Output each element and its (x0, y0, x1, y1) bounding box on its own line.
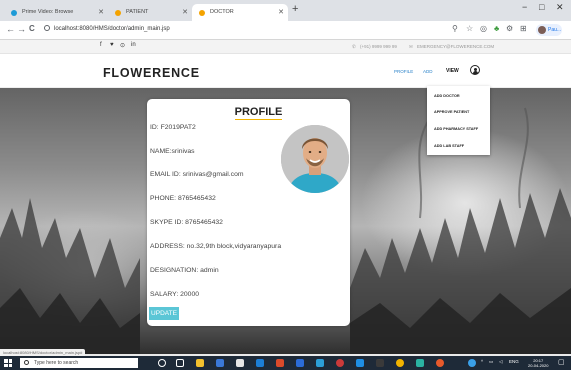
app-icon[interactable] (316, 359, 324, 367)
profile-skype-id: SKYPE ID: 8765465432 (150, 219, 223, 226)
windows-start-icon[interactable] (4, 359, 12, 367)
profile-id: ID: F2019PAT2 (150, 124, 196, 131)
language-indicator[interactable]: ENG (509, 359, 519, 364)
profile-phone: PHONE: 8765465432 (150, 195, 216, 202)
edge-browser-icon[interactable] (256, 359, 264, 367)
app-icon[interactable] (376, 359, 384, 367)
site-info-icon[interactable] (44, 25, 50, 31)
task-view-icon[interactable] (176, 359, 184, 367)
extension-settings-icon[interactable]: ⚙ (506, 24, 513, 33)
emergency-email: EMERGENCY@FLOWERENCE.COM (417, 44, 495, 49)
menu-item-add-doctor[interactable]: ADD DOCTOR (434, 94, 460, 98)
url-field[interactable]: localhost:8080/HMS/doctor/admin_main.jsp (44, 25, 170, 32)
site-top-bar: f ♥ ⊙ in ✆ (+91) 9999 999 99 ✉ EMERGENCY… (0, 40, 571, 54)
twitter-icon[interactable]: ♥ (110, 42, 114, 48)
add-dropdown-menu: ADD DOCTOR APPROVE PATIENT ADD PHARMACY … (427, 86, 490, 155)
menu-item-approve-patient[interactable]: APPROVE PATIENT (434, 110, 469, 114)
profile-designation: DESIGNATION: admin (150, 267, 219, 274)
nav-add-link[interactable]: ADD (423, 69, 433, 74)
page-favicon-icon (199, 10, 205, 16)
eclipse-icon[interactable] (276, 359, 284, 367)
url-text: localhost:8080/HMS/doctor/admin_main.jsp (54, 26, 170, 32)
nav-profile-link[interactable]: PROFILE (394, 69, 413, 74)
link-status-bar: localhost:8080/HMS/doctor/admin_main.jsp… (0, 349, 86, 356)
profile-card: PROFILE ID: F2019PAT2 NAME:srinivas EMAI… (147, 99, 350, 326)
minimize-button[interactable]: − (522, 2, 527, 12)
tab-doctor[interactable]: DOCTOR ✕ (192, 4, 288, 21)
opera-icon[interactable] (336, 359, 344, 367)
cortana-icon[interactable] (158, 359, 166, 367)
tray-up-arrow-icon[interactable]: ^ (481, 359, 483, 364)
network-status-icon[interactable] (468, 359, 476, 367)
close-window-button[interactable]: ✕ (556, 2, 564, 13)
forward-button[interactable]: → (17, 24, 26, 34)
new-tab-button[interactable]: + (292, 3, 298, 15)
taskbar-clock[interactable]: 20:17 20-04-2020 (528, 358, 548, 368)
browser-tab-strip: Prime Video: Browse ✕ PATIENT ✕ DOCTOR ✕… (0, 0, 571, 21)
volume-icon[interactable]: ◁ (499, 359, 502, 365)
profile-address: ADDRESS: no.32,9th block,vidyaranyapura (150, 243, 282, 250)
site-header: FLOWERENCE PROFILE ADD VIEW (0, 54, 571, 88)
tab-label: DOCTOR (210, 9, 234, 15)
facebook-icon[interactable]: f (100, 42, 102, 48)
extension-leaf-icon[interactable]: ♣ (494, 24, 499, 33)
extension-icon[interactable]: ◎ (480, 24, 487, 33)
notifications-icon[interactable]: ▢ (558, 358, 565, 366)
page-favicon-icon (115, 10, 121, 16)
profile-salary: SALARY: 20000 (150, 291, 200, 298)
address-bar: ← → C localhost:8080/HMS/doctor/admin_ma… (0, 21, 571, 40)
mail-app-icon[interactable] (216, 359, 224, 367)
tab-label: Prime Video: Browse (22, 9, 74, 15)
app-icon[interactable] (356, 359, 364, 367)
store-icon[interactable] (236, 359, 244, 367)
tab-prime-video[interactable]: Prime Video: Browse ✕ (4, 4, 108, 21)
chrome-icon[interactable] (396, 359, 404, 367)
taskbar-search-input[interactable]: Type here to search (20, 358, 138, 368)
profile-name: NAME:srinivas (150, 148, 195, 155)
profile-photo (281, 125, 349, 193)
menu-item-add-lab-staff[interactable]: ADD LAB STAFF (434, 144, 464, 148)
nav-view-link[interactable]: VIEW (446, 68, 459, 74)
phone-number: (+91) 9999 999 99 (360, 44, 397, 49)
extensions-puzzle-icon[interactable]: ⊞ (520, 24, 527, 33)
user-account-icon[interactable] (470, 65, 480, 75)
word-icon[interactable] (296, 359, 304, 367)
search-placeholder: Type here to search (34, 360, 79, 366)
file-explorer-icon[interactable] (196, 359, 204, 367)
firefox-icon[interactable] (436, 359, 444, 367)
close-tab-icon[interactable]: ✕ (98, 4, 104, 21)
profile-email: EMAIL ID: srinivas@gmail.com (150, 171, 244, 178)
profile-name: Pau... (548, 27, 562, 33)
maximize-button[interactable]: □ (539, 2, 544, 12)
app-icon[interactable] (416, 359, 424, 367)
search-icon (24, 360, 29, 365)
search-icon[interactable]: ⚲ (452, 24, 458, 33)
windows-taskbar: Type here to search ^ ▭ ◁ ENG 20:17 20-0… (0, 356, 571, 370)
reload-button[interactable]: C (29, 24, 35, 33)
clock-date: 20-04-2020 (528, 363, 549, 368)
linkedin-icon[interactable]: in (131, 42, 136, 48)
phone-icon: ✆ (352, 44, 356, 49)
close-tab-icon[interactable]: ✕ (182, 4, 188, 21)
profile-title: PROFILE (234, 106, 283, 120)
avatar (538, 26, 546, 34)
tab-label: PATIENT (126, 9, 149, 15)
update-button[interactable]: UPDATE (149, 307, 179, 320)
instagram-icon[interactable]: ⊙ (120, 42, 125, 49)
tab-patient[interactable]: PATIENT ✕ (108, 4, 192, 21)
menu-item-add-pharmacy-staff[interactable]: ADD PHARMACY STAFF (434, 127, 478, 131)
back-button[interactable]: ← (6, 24, 15, 34)
bookmark-star-icon[interactable]: ☆ (466, 24, 473, 33)
battery-icon[interactable]: ▭ (489, 359, 493, 365)
brand-logo[interactable]: FLOWERENCE (103, 66, 200, 80)
mail-icon: ✉ (409, 44, 413, 49)
profile-button[interactable]: Pau... (536, 24, 562, 36)
prime-video-favicon-icon (11, 10, 17, 16)
close-tab-icon[interactable]: ✕ (278, 4, 284, 21)
